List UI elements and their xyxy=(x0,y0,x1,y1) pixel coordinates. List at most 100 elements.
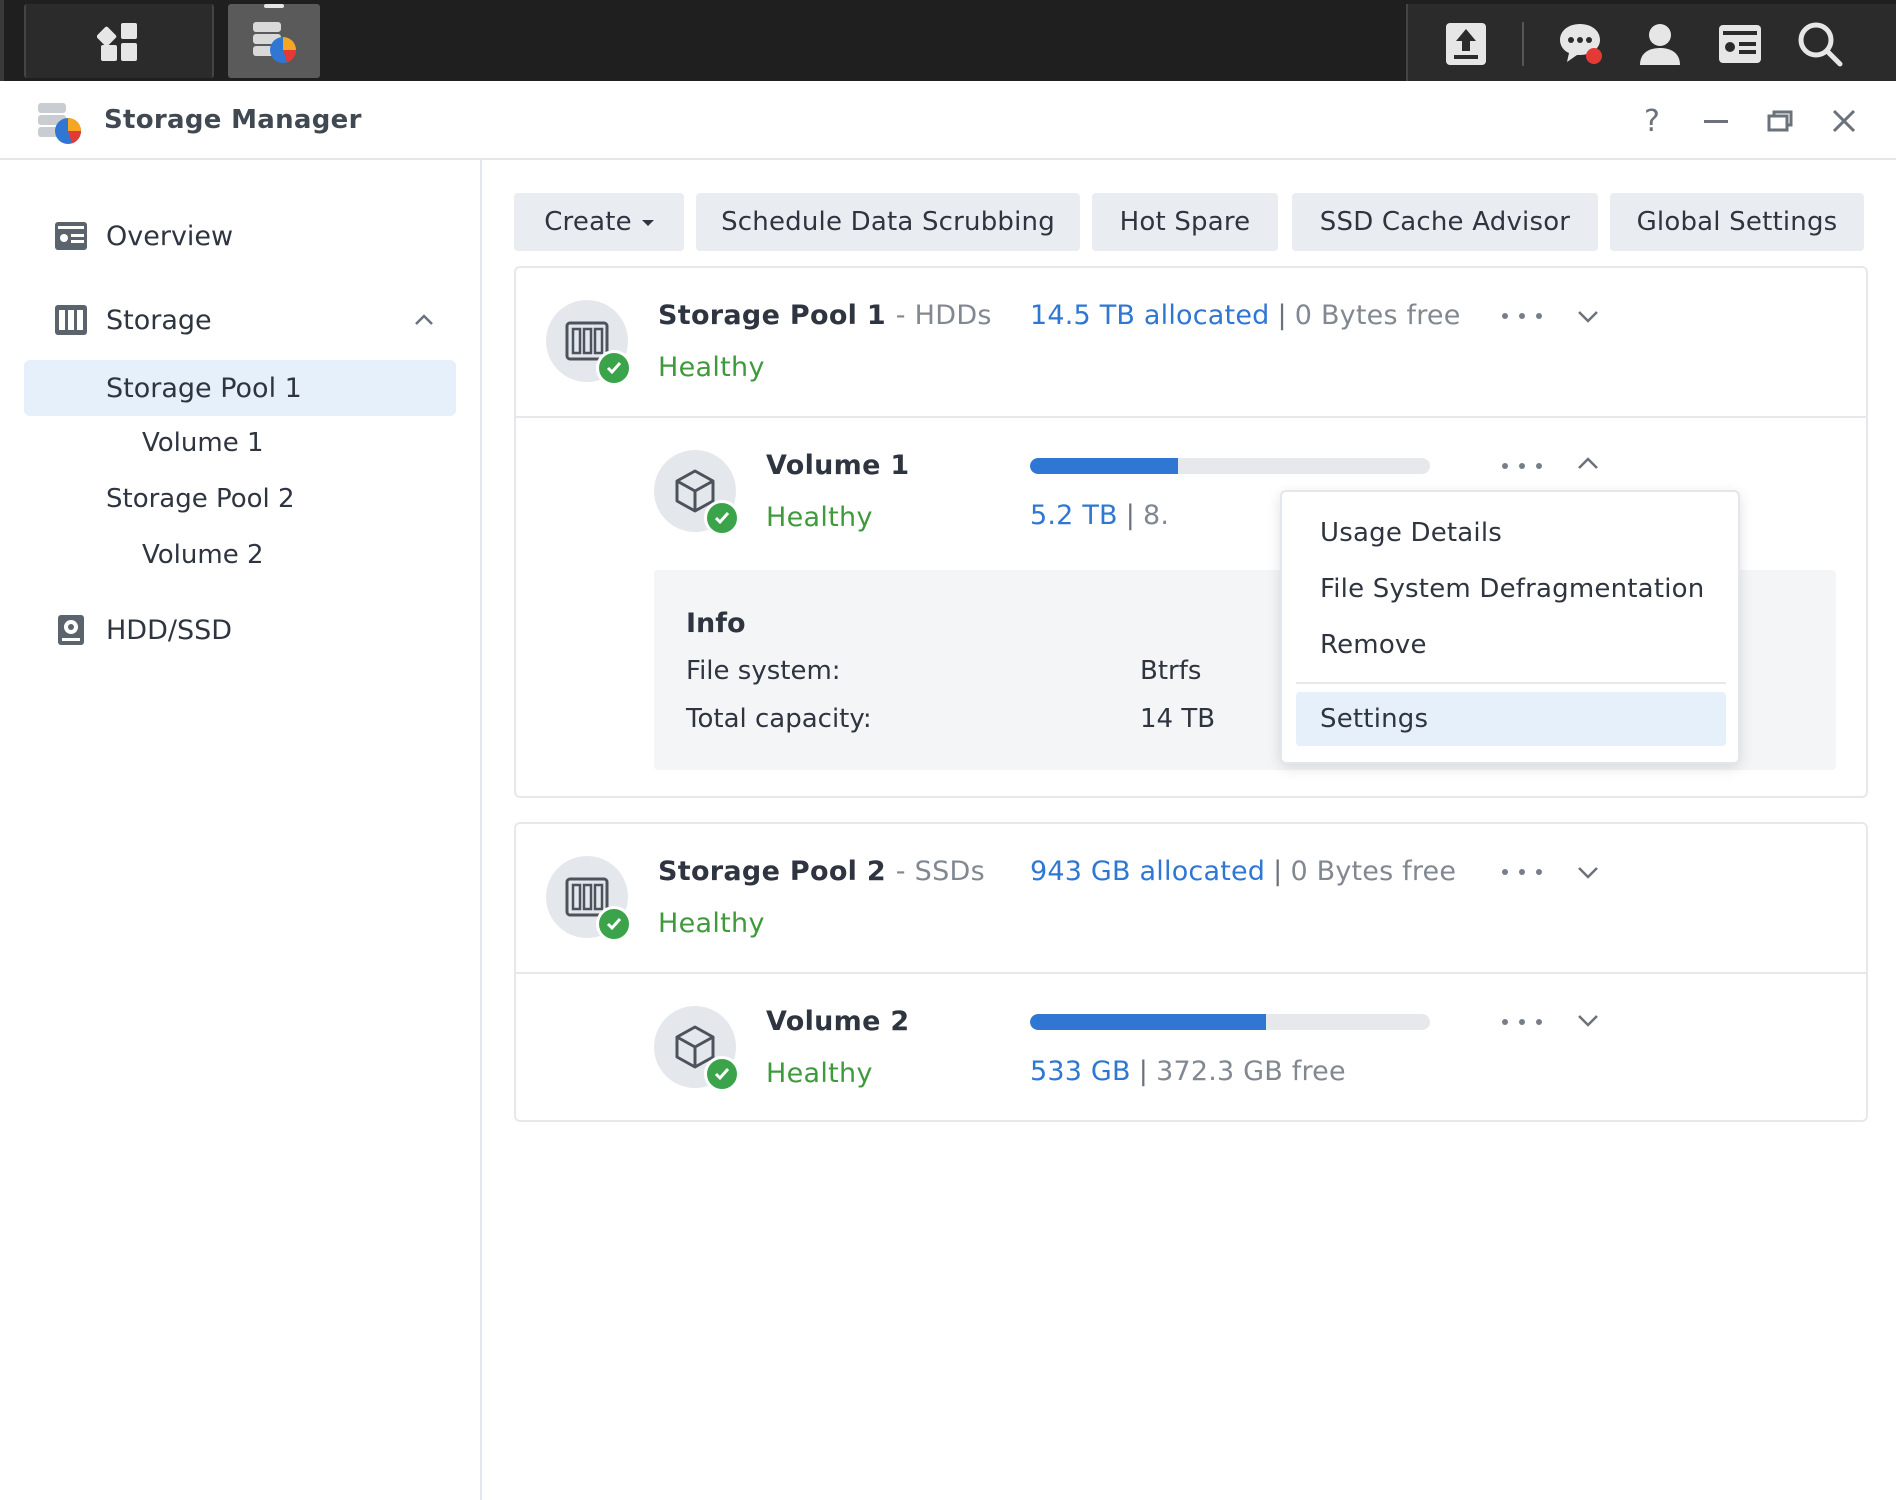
storage-pool-1-title[interactable]: Storage Pool 1 - HDDs xyxy=(658,300,992,331)
more-dot-icon xyxy=(1536,869,1542,875)
pool-name: Storage Pool 2 xyxy=(658,856,887,887)
more-dot-icon xyxy=(1502,1019,1508,1025)
free-value: 0 Bytes free xyxy=(1290,856,1457,887)
volume-2-usage-bar xyxy=(1030,1014,1430,1030)
menu-item-file-system-defragmentation[interactable]: File System Defragmentation xyxy=(1296,562,1726,616)
more-dot-icon xyxy=(1519,1019,1525,1025)
storage-pool-2-card: Storage Pool 2 - SSDs Healthy 943 GB all… xyxy=(514,822,1868,1122)
storage-manager-icon xyxy=(253,22,297,63)
upload-button[interactable] xyxy=(1442,20,1490,68)
healthy-check-icon xyxy=(596,350,632,386)
tray-separator xyxy=(1522,22,1524,66)
healthy-check-icon xyxy=(704,1056,740,1092)
hot-spare-button[interactable]: Hot Spare xyxy=(1092,193,1278,251)
info-title: Info xyxy=(686,608,746,639)
more-dot-icon xyxy=(1502,313,1508,319)
taskbar-tray xyxy=(1406,4,1896,81)
sidebar-item-storage-pool-2[interactable]: Storage Pool 2 xyxy=(106,484,295,514)
restore-icon xyxy=(1767,110,1793,132)
show-desktop-button[interactable] xyxy=(24,4,214,78)
create-label: Create xyxy=(544,207,632,237)
volume-1-usage-bar xyxy=(1030,458,1430,474)
widgets-icon xyxy=(1719,25,1761,63)
storage-manager-app-icon xyxy=(38,103,82,144)
used-value: 533 GB xyxy=(1030,1056,1131,1087)
sidebar-item-storage-pool-1[interactable]: Storage Pool 1 xyxy=(24,360,456,416)
dashboard-icon xyxy=(97,23,137,61)
chevron-down-icon[interactable] xyxy=(1574,302,1602,330)
widgets-button[interactable] xyxy=(1716,20,1764,68)
help-button[interactable]: ? xyxy=(1632,101,1672,141)
volume-1-more-button[interactable] xyxy=(1502,458,1542,474)
sidebar: Overview Storage Storage Pool 1 Volume 1… xyxy=(0,160,482,1500)
volume-2-more-button[interactable] xyxy=(1502,1014,1542,1030)
taskbar-edge xyxy=(0,0,4,81)
volume-1-icon xyxy=(654,450,740,536)
notification-dot xyxy=(1586,48,1602,64)
overview-icon xyxy=(55,222,87,250)
storage-icon xyxy=(55,305,87,335)
window-header: Storage Manager ? xyxy=(0,81,1896,160)
storage-pool-1-icon xyxy=(546,300,632,386)
storage-pool-2-title[interactable]: Storage Pool 2 - SSDs xyxy=(658,856,985,887)
search-button[interactable] xyxy=(1796,20,1844,68)
help-icon: ? xyxy=(1644,103,1660,139)
more-dot-icon xyxy=(1536,313,1542,319)
storage-pool-1-allocation: 14.5 TB allocated | 0 Bytes free xyxy=(1030,300,1461,331)
menu-item-remove[interactable]: Remove xyxy=(1296,618,1726,672)
menu-separator xyxy=(1296,682,1726,684)
restore-button[interactable] xyxy=(1760,101,1800,141)
menu-item-usage-details[interactable]: Usage Details xyxy=(1296,506,1726,560)
caret-down-icon xyxy=(641,220,654,226)
menu-item-settings[interactable]: Settings xyxy=(1296,692,1726,746)
schedule-data-scrubbing-button[interactable]: Schedule Data Scrubbing xyxy=(696,193,1080,251)
separator: | xyxy=(1277,300,1287,331)
sidebar-item-volume-1[interactable]: Volume 1 xyxy=(142,428,264,458)
pool-media-type: - SSDs xyxy=(895,856,985,887)
volume-1-title[interactable]: Volume 1 xyxy=(766,450,909,481)
sidebar-item-label: Storage Pool 1 xyxy=(106,372,302,404)
chevron-up-icon[interactable] xyxy=(1574,450,1602,478)
global-settings-button[interactable]: Global Settings xyxy=(1610,193,1864,251)
volume-1-context-menu: Usage Details File System Defragmentatio… xyxy=(1280,490,1740,764)
ssd-cache-advisor-button[interactable]: SSD Cache Advisor xyxy=(1292,193,1598,251)
row-divider xyxy=(516,416,1866,418)
free-value: 0 Bytes free xyxy=(1294,300,1461,331)
minimize-button[interactable] xyxy=(1696,101,1736,141)
pool-name: Storage Pool 1 xyxy=(658,300,887,331)
search-icon xyxy=(1798,22,1843,67)
sidebar-item-overview[interactable]: Overview xyxy=(24,208,456,264)
volume-2-icon xyxy=(654,1006,740,1092)
storage-pool-2-more-button[interactable] xyxy=(1502,864,1542,880)
close-button[interactable] xyxy=(1824,101,1864,141)
active-indicator xyxy=(264,4,284,8)
free-value: 372.3 GB free xyxy=(1156,1056,1346,1087)
total-capacity-label: Total capacity: xyxy=(686,704,872,734)
usage-bar-fill xyxy=(1030,458,1178,474)
healthy-check-icon xyxy=(704,500,740,536)
chevron-up-icon[interactable] xyxy=(412,308,436,332)
more-dot-icon xyxy=(1519,463,1525,469)
user-button[interactable] xyxy=(1636,20,1684,68)
file-system-value: Btrfs xyxy=(1140,656,1202,686)
storage-pool-1-status: Healthy xyxy=(658,352,765,383)
storage-pool-1-more-button[interactable] xyxy=(1502,308,1542,324)
sidebar-item-hdd-ssd[interactable]: HDD/SSD xyxy=(24,602,456,658)
sidebar-item-volume-2[interactable]: Volume 2 xyxy=(142,540,264,570)
volume-1-capacity: 5.2 TB | 8. xyxy=(1030,500,1169,531)
chevron-down-icon[interactable] xyxy=(1574,1006,1602,1034)
chevron-down-icon[interactable] xyxy=(1574,858,1602,886)
storage-pool-2-allocation: 943 GB allocated | 0 Bytes free xyxy=(1030,856,1456,887)
close-icon xyxy=(1832,109,1856,133)
storage-manager-taskbar-button[interactable] xyxy=(228,4,320,78)
file-system-label: File system: xyxy=(686,656,841,686)
volume-2-title[interactable]: Volume 2 xyxy=(766,1006,909,1037)
create-button[interactable]: Create xyxy=(514,193,684,251)
separator: | xyxy=(1125,500,1136,531)
sidebar-item-storage[interactable]: Storage xyxy=(24,292,456,348)
more-dot-icon xyxy=(1502,869,1508,875)
volume-2-status: Healthy xyxy=(766,1058,873,1089)
chat-button[interactable] xyxy=(1556,20,1604,68)
total-capacity-value: 14 TB xyxy=(1140,704,1216,734)
volume-1-status: Healthy xyxy=(766,502,873,533)
